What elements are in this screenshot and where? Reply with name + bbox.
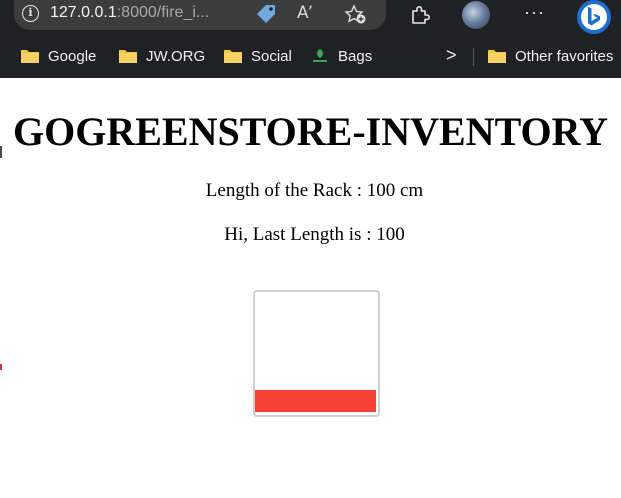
folder-icon (224, 50, 242, 63)
bing-copilot-icon[interactable] (574, 0, 614, 34)
extensions-icon[interactable] (408, 3, 432, 27)
browser-chrome: i 127.0.0.1:8000/fire_i... Aʼ ··· Google (0, 0, 621, 78)
rack-length-text: Length of the Rack : 100 cm (205, 180, 424, 201)
rack-level-gauge (253, 290, 380, 417)
url-host: 127.0.0.1 (50, 4, 117, 21)
folder-icon (119, 50, 137, 63)
page-content: GOGREENSTORE-INVENTORY Length of the Rac… (0, 78, 621, 498)
favorite-label: Social (251, 47, 292, 65)
url-text[interactable]: 127.0.0.1:8000/fire_i... (50, 4, 209, 22)
more-options-icon[interactable]: ··· (524, 2, 545, 23)
favorite-social[interactable]: Social (223, 44, 292, 68)
favorites-bar: Google JW.ORG Social Bags > Other favori… (0, 40, 621, 72)
gogreen-logo-icon (313, 49, 327, 62)
rack-level-fill (255, 390, 378, 415)
last-length-text: Hi, Last Length is : 100 (224, 224, 405, 245)
favorites-divider (473, 48, 474, 66)
favorite-bags[interactable]: Bags (310, 44, 372, 68)
add-favorite-icon[interactable] (344, 4, 368, 26)
favorite-jworg[interactable]: JW.ORG (118, 44, 205, 68)
folder-icon (488, 50, 506, 63)
read-aloud-icon[interactable]: Aʼ (297, 3, 313, 23)
url-path: :8000/fire_i... (116, 4, 210, 21)
favorite-label: Google (48, 47, 97, 65)
favorite-label: JW.ORG (146, 47, 206, 65)
site-info-icon[interactable]: i (22, 5, 39, 22)
favorite-label: Other favorites (515, 47, 614, 65)
favorite-google[interactable]: Google (20, 44, 96, 68)
folder-icon (21, 50, 39, 63)
price-tag-icon[interactable] (254, 4, 278, 26)
profile-avatar[interactable] (462, 1, 490, 29)
left-edge-mark (0, 364, 2, 370)
favorite-label: Bags (338, 47, 373, 65)
more-favorites-chevron-icon[interactable]: > (446, 45, 457, 66)
favorite-other[interactable]: Other favorites (487, 44, 613, 68)
page-title: GOGREENSTORE-INVENTORY (12, 109, 609, 154)
